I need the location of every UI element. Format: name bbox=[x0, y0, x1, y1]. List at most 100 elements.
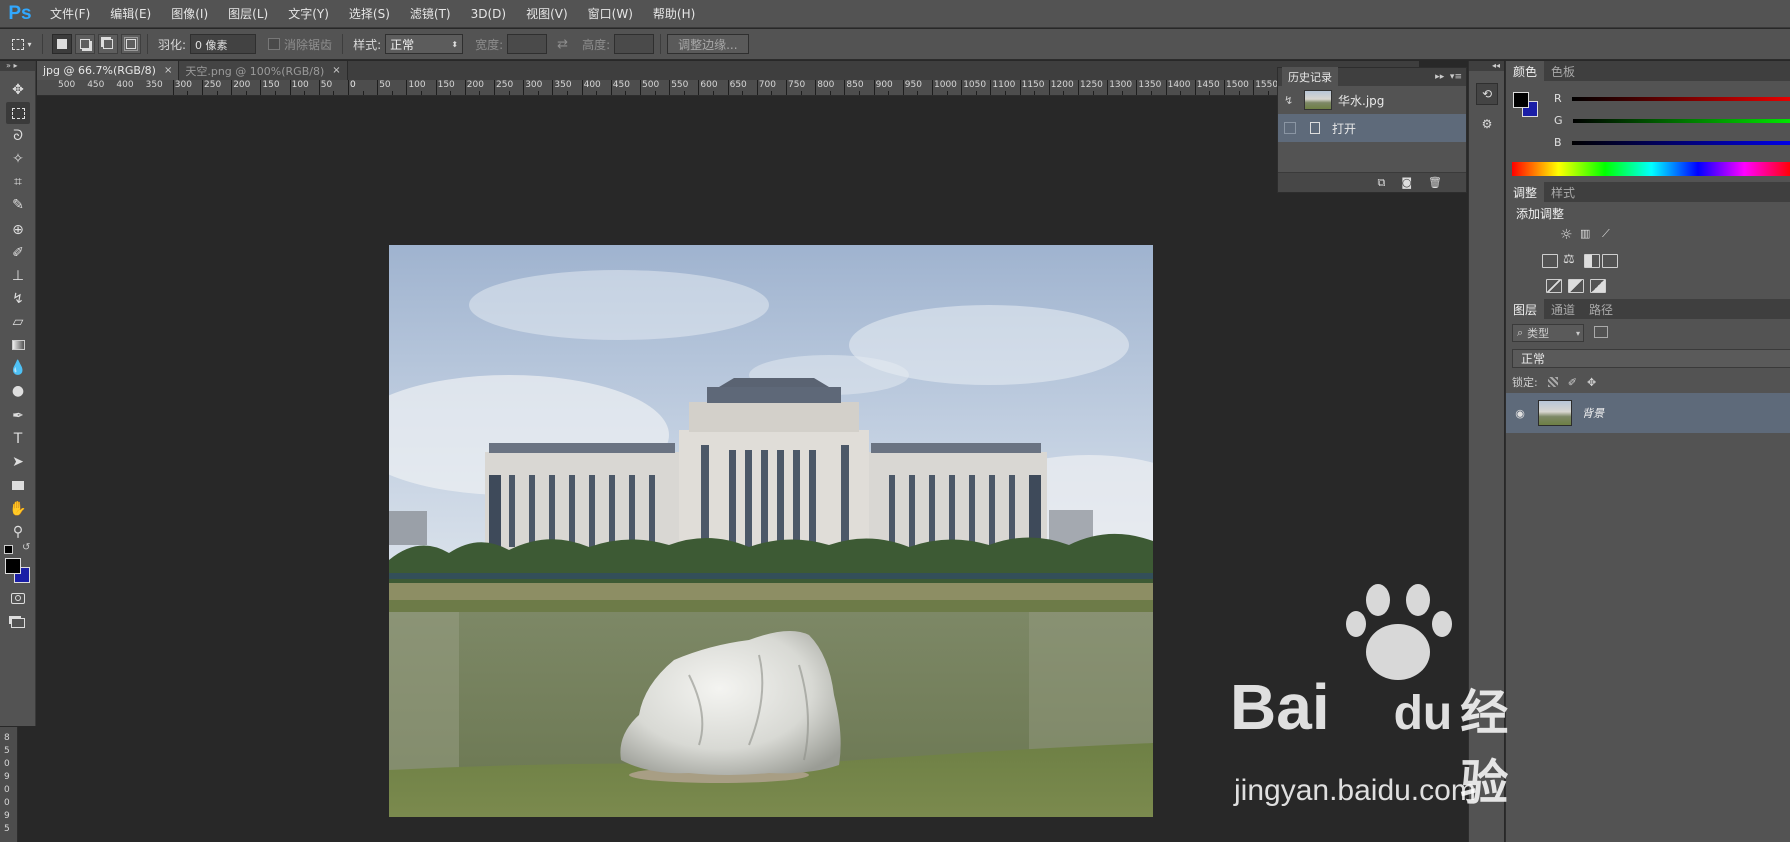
lock-paint-icon[interactable]: ✐ bbox=[1568, 376, 1577, 389]
color-spectrum-bar[interactable] bbox=[1512, 162, 1790, 176]
image-filter-icon[interactable] bbox=[1594, 326, 1608, 338]
black-white-icon[interactable] bbox=[1584, 254, 1600, 268]
lasso-tool-icon[interactable]: ᘐ bbox=[6, 125, 30, 147]
marquee-preset-icon[interactable]: ▾ bbox=[8, 34, 36, 54]
hue-saturation-icon[interactable] bbox=[1542, 254, 1558, 268]
menu-help[interactable]: 帮助(H) bbox=[643, 5, 705, 22]
trash-icon[interactable]: 🗑 bbox=[1428, 176, 1442, 189]
history-brush-icon[interactable]: ↯ bbox=[1284, 94, 1298, 107]
antialias-checkbox[interactable] bbox=[268, 38, 281, 50]
history-snapshot[interactable]: ↯ 华水.jpg bbox=[1278, 86, 1466, 114]
menu-image[interactable]: 图像(I) bbox=[161, 5, 218, 22]
clone-stamp-tool-icon[interactable]: ⊥ bbox=[6, 265, 30, 287]
doc-tab-sky[interactable]: 天空.png @ 100%(RGB/8) × bbox=[179, 61, 348, 80]
tab-layers[interactable]: 图层 bbox=[1506, 299, 1545, 319]
slider-b[interactable]: B bbox=[1554, 136, 1790, 149]
add-selection-button[interactable] bbox=[75, 34, 95, 54]
invert-icon[interactable] bbox=[1546, 279, 1562, 293]
history-brush-tool-icon[interactable]: ↯ bbox=[6, 288, 30, 310]
marquee-tool-icon[interactable] bbox=[6, 102, 30, 124]
menu-3d[interactable]: 3D(D) bbox=[461, 7, 516, 21]
lock-move-icon[interactable]: ✥ bbox=[1587, 376, 1596, 389]
eraser-tool-icon[interactable]: ▱ bbox=[6, 311, 30, 333]
gradient-tool-icon[interactable] bbox=[6, 334, 30, 356]
zoom-tool-icon[interactable]: ⚲ bbox=[6, 521, 30, 543]
refine-edge-button[interactable]: 调整边缘... bbox=[667, 34, 749, 54]
tab-swatches[interactable]: 色板 bbox=[1544, 61, 1582, 81]
menu-select[interactable]: 选择(S) bbox=[339, 5, 400, 22]
panel-menu-icon[interactable]: ▸▸ ▾≡ bbox=[1435, 72, 1462, 82]
slider-r[interactable]: R bbox=[1554, 92, 1790, 105]
color-foreground-swatch[interactable] bbox=[1513, 92, 1529, 108]
blue-slider-track[interactable] bbox=[1571, 140, 1790, 145]
posterize-icon[interactable] bbox=[1568, 279, 1584, 293]
style-select[interactable]: 正常 ⬍ bbox=[385, 34, 464, 54]
tab-adjustments[interactable]: 调整 bbox=[1506, 182, 1545, 202]
history-panel-title[interactable]: 历史记录 bbox=[1282, 67, 1338, 87]
default-colors-icon[interactable] bbox=[4, 545, 13, 554]
threshold-icon[interactable] bbox=[1590, 279, 1606, 293]
eye-icon[interactable]: ◉ bbox=[1506, 407, 1534, 420]
width-input[interactable] bbox=[507, 34, 548, 54]
hand-tool-icon[interactable]: ✋ bbox=[6, 498, 30, 520]
canvas-area[interactable] bbox=[37, 97, 1419, 842]
slider-g[interactable]: G bbox=[1554, 114, 1790, 127]
camera-icon[interactable]: ◙ bbox=[1401, 176, 1412, 189]
tab-styles[interactable]: 样式 bbox=[1544, 182, 1582, 202]
tab-paths[interactable]: 路径 bbox=[1582, 299, 1620, 319]
step-checkbox[interactable] bbox=[1284, 122, 1296, 134]
crop-tool-icon[interactable]: ⌗ bbox=[6, 171, 30, 193]
history-step[interactable]: 打开 bbox=[1278, 114, 1466, 142]
height-input[interactable] bbox=[614, 34, 655, 54]
collapse-arrows-icon[interactable]: » ▸ bbox=[0, 61, 35, 71]
menu-window[interactable]: 窗口(W) bbox=[578, 5, 643, 22]
color-balance-icon[interactable]: ⚖ bbox=[1563, 252, 1575, 267]
healing-brush-tool-icon[interactable]: ⊕ bbox=[6, 219, 30, 241]
swap-colors-icon[interactable]: ↺ bbox=[22, 542, 30, 553]
dodge-tool-icon[interactable]: ● bbox=[6, 380, 30, 402]
doc-tab-active[interactable]: jpg @ 66.7%(RGB/8) × bbox=[37, 61, 180, 80]
layer-filter-select[interactable]: ⌕ 类型 ▾ bbox=[1512, 324, 1584, 342]
move-tool-icon[interactable]: ✥ bbox=[6, 79, 30, 101]
close-icon[interactable]: × bbox=[164, 65, 172, 76]
properties-panel-icon[interactable]: ⚙ bbox=[1476, 113, 1498, 135]
blend-mode-select[interactable]: 正常 bbox=[1512, 349, 1790, 368]
history-panel-icon[interactable]: ⟲ bbox=[1476, 83, 1498, 105]
rectangle-tool-icon[interactable] bbox=[6, 474, 30, 496]
layer-row[interactable]: ◉ 背景 bbox=[1506, 393, 1790, 433]
magic-wand-tool-icon[interactable]: ✧ bbox=[6, 148, 30, 170]
close-icon[interactable]: × bbox=[332, 65, 340, 76]
type-tool-icon[interactable]: T bbox=[6, 428, 30, 450]
menu-filter[interactable]: 滤镜(T) bbox=[400, 5, 461, 22]
menu-file[interactable]: 文件(F) bbox=[40, 5, 100, 22]
brush-tool-icon[interactable]: ✐ bbox=[6, 242, 30, 264]
swap-icon[interactable]: ⇄ bbox=[557, 37, 568, 52]
quick-mask-icon[interactable] bbox=[6, 587, 30, 609]
collapse-arrows-icon[interactable]: ◂◂ bbox=[1469, 61, 1504, 71]
lock-transparent-icon[interactable] bbox=[1547, 377, 1558, 387]
tab-channels[interactable]: 通道 bbox=[1544, 299, 1582, 319]
brightness-icon[interactable]: ☼ bbox=[1560, 227, 1573, 243]
blur-tool-icon[interactable]: 💧 bbox=[6, 357, 30, 379]
new-document-from-state-icon[interactable]: ⧉ bbox=[1377, 176, 1385, 190]
green-slider-track[interactable] bbox=[1572, 118, 1790, 123]
eyedropper-tool-icon[interactable]: ✎ bbox=[6, 194, 30, 216]
tab-color[interactable]: 颜色 bbox=[1506, 61, 1545, 81]
new-selection-button[interactable] bbox=[52, 34, 72, 54]
menu-view[interactable]: 视图(V) bbox=[516, 5, 578, 22]
ruler-tick bbox=[1253, 80, 1255, 95]
screen-mode-icon[interactable] bbox=[6, 612, 30, 634]
subtract-selection-button[interactable] bbox=[98, 34, 118, 54]
feather-input[interactable]: 0 像素 bbox=[190, 34, 257, 54]
foreground-color-swatch[interactable] bbox=[5, 558, 21, 574]
red-slider-track[interactable] bbox=[1571, 96, 1790, 101]
path-selection-tool-icon[interactable]: ➤ bbox=[6, 451, 30, 473]
photo-filter-icon[interactable] bbox=[1602, 254, 1618, 268]
intersect-selection-button[interactable] bbox=[121, 34, 141, 54]
levels-icon[interactable]: ▥ bbox=[1580, 227, 1590, 240]
curves-icon[interactable]: ⟋ bbox=[1602, 227, 1610, 241]
menu-type[interactable]: 文字(Y) bbox=[278, 5, 339, 22]
menu-layer[interactable]: 图层(L) bbox=[218, 5, 278, 22]
pen-tool-icon[interactable]: ✒ bbox=[6, 405, 30, 427]
menu-edit[interactable]: 编辑(E) bbox=[100, 5, 161, 22]
